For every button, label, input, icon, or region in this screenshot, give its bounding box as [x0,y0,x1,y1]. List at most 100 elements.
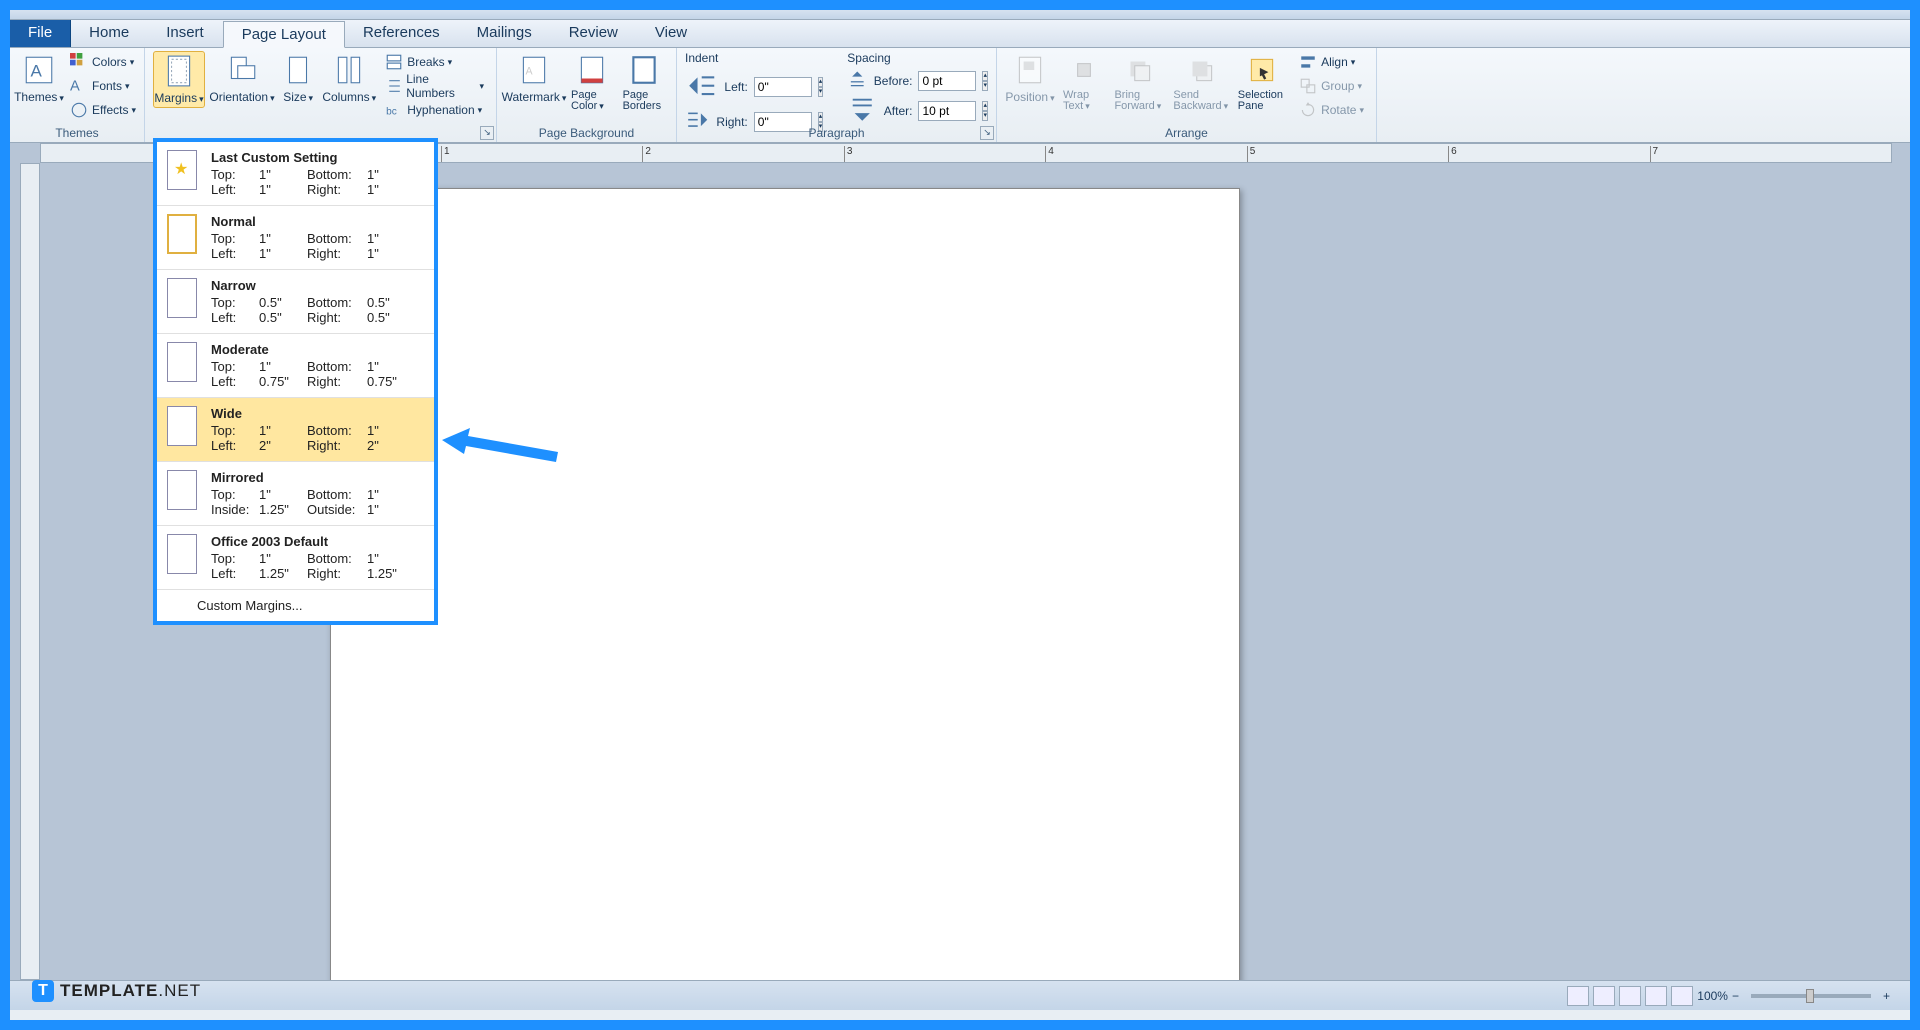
breaks-icon [385,53,403,71]
margin-thumb-icon [167,278,197,318]
hyphenation-icon: bc [385,101,403,119]
svg-text:bc: bc [386,107,397,118]
view-print-layout[interactable] [1567,986,1589,1006]
page-borders-button[interactable]: Page Borders [621,51,668,114]
colors-button[interactable]: Colors▾ [66,51,140,73]
margin-thumb-icon [167,342,197,382]
position-icon [1013,53,1047,87]
spacing-before-spinner[interactable]: ▴▾ [982,71,988,91]
tab-view[interactable]: View [637,20,706,47]
margin-option-title: Narrow [211,278,424,293]
breaks-button[interactable]: Breaks▾ [381,51,488,73]
margin-option-moderate[interactable]: ModerateTop:1"Bottom:1"Left:0.75"Right:0… [157,333,434,397]
paragraph-launcher[interactable]: ↘ [980,126,994,140]
margin-option-mirrored[interactable]: MirroredTop:1"Bottom:1"Inside:1.25"Outsi… [157,461,434,525]
rotate-button[interactable]: Rotate▾ [1295,99,1368,121]
margin-option-last-custom-setting[interactable]: Last Custom SettingTop:1"Bottom:1"Left:1… [157,142,434,205]
svg-text:A: A [526,65,534,77]
spacing-before-icon [847,69,867,92]
custom-margins-button[interactable]: Custom Margins... [157,589,434,621]
position-button[interactable]: Position [1005,51,1055,106]
margins-dropdown: Last Custom SettingTop:1"Bottom:1"Left:1… [153,138,438,625]
tab-file[interactable]: File [10,20,71,47]
tab-page-layout[interactable]: Page Layout [223,21,345,48]
margins-icon [162,54,196,88]
spacing-before-input[interactable] [918,71,976,91]
spacing-heading: Spacing [847,51,988,65]
margin-option-title: Office 2003 Default [211,534,424,549]
spacing-after-input[interactable] [918,101,976,121]
themes-button[interactable]: A Themes [18,51,60,106]
tab-references[interactable]: References [345,20,459,47]
hyphenation-button[interactable]: bcHyphenation▾ [381,99,488,121]
margins-button[interactable]: Margins [153,51,205,108]
page-borders-icon [627,53,661,87]
spacing-after-spinner[interactable]: ▴▾ [982,101,988,121]
indent-left-spinner[interactable]: ▴▾ [818,77,824,97]
columns-icon [332,53,366,87]
send-backward-button[interactable]: Send Backward [1172,51,1230,114]
title-bar [10,10,1910,20]
view-web-layout[interactable] [1619,986,1641,1006]
indent-left-icon [685,69,718,105]
wrap-text-button[interactable]: Wrap Text [1061,51,1106,114]
columns-button[interactable]: Columns [323,51,375,106]
svg-text:A: A [31,61,43,80]
margin-thumb-icon [167,214,197,254]
tab-mailings[interactable]: Mailings [459,20,551,47]
margin-option-office-2003-default[interactable]: Office 2003 DefaultTop:1"Bottom:1"Left:1… [157,525,434,589]
zoom-slider[interactable] [1751,994,1871,998]
zoom-percent[interactable]: 100% [1697,989,1728,1003]
watermark-button[interactable]: AWatermark [505,51,563,106]
margin-thumb-icon [167,150,197,190]
indent-left-input[interactable] [754,77,812,97]
view-full-screen[interactable] [1593,986,1615,1006]
tab-review[interactable]: Review [551,20,637,47]
margin-row-left-right: Left:1"Right:1" [211,246,424,261]
document-page[interactable] [330,188,1240,980]
orientation-button[interactable]: Orientation [211,51,273,106]
group-page-background: AWatermark Page Color Page Borders Page … [497,48,677,142]
align-button[interactable]: Align▾ [1295,51,1368,73]
ribbon: A Themes Colors▾ AFonts▾ Effects▾ Themes… [10,48,1910,143]
effects-icon [70,101,88,119]
size-icon [281,53,315,87]
zoom-out[interactable]: − [1732,989,1739,1003]
status-bar: 100% − + [10,980,1910,1010]
ruler-ticks: 1234567 [441,146,1851,162]
margin-row-top-bottom: Top:1"Bottom:1" [211,423,424,438]
group-icon [1299,77,1317,95]
view-outline[interactable] [1645,986,1667,1006]
margin-option-narrow[interactable]: NarrowTop:0.5"Bottom:0.5"Left:0.5"Right:… [157,269,434,333]
align-icon [1299,53,1317,71]
margin-option-title: Last Custom Setting [211,150,424,165]
view-draft[interactable] [1671,986,1693,1006]
bring-forward-button[interactable]: Bring Forward [1112,51,1165,114]
margin-option-normal[interactable]: Normal Top:1"Bottom:1"Left:1"Right:1" [157,205,434,269]
margin-option-wide[interactable]: WideTop:1"Bottom:1"Left:2"Right:2" [157,397,434,461]
margin-row-top-bottom: Top:1"Bottom:1" [211,167,424,182]
margin-row-left-right: Left:2"Right:2" [211,438,424,453]
margin-option-title: Normal [211,214,424,229]
margin-row-left-right: Inside:1.25"Outside:1" [211,502,424,517]
page-setup-launcher[interactable]: ↘ [480,126,494,140]
line-numbers-button[interactable]: Line Numbers▾ [381,75,488,97]
tab-insert[interactable]: Insert [148,20,223,47]
template-icon: T [32,980,54,1002]
fonts-button[interactable]: AFonts▾ [66,75,140,97]
effects-button[interactable]: Effects▾ [66,99,140,121]
size-button[interactable]: Size [279,51,317,106]
margin-option-title: Moderate [211,342,424,357]
page-color-button[interactable]: Page Color [569,51,615,114]
group-button[interactable]: Group▾ [1295,75,1368,97]
group-label-themes: Themes [10,126,144,140]
ruler-vertical[interactable] [20,163,40,980]
ribbon-tabs: File Home Insert Page Layout References … [10,20,1910,48]
selection-pane-button[interactable]: Selection Pane [1236,51,1289,114]
tab-home[interactable]: Home [71,20,148,47]
zoom-in[interactable]: + [1883,989,1890,1003]
watermark-icon: A [517,53,551,87]
group-arrange: Position Wrap Text Bring Forward Send Ba… [997,48,1377,142]
margin-row-top-bottom: Top:1"Bottom:1" [211,231,424,246]
spacing-after-label: After: [884,104,913,118]
